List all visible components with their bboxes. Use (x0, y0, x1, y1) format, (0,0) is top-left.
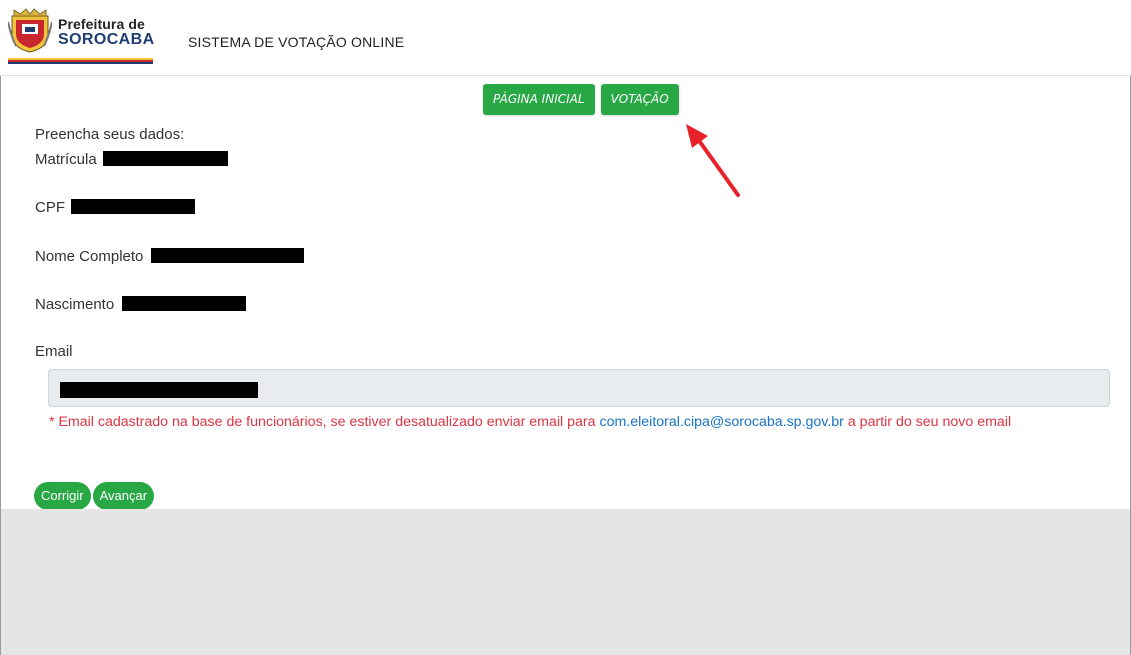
voting-button[interactable]: VOTAÇÃO (600, 84, 679, 115)
field-label-nascimento: Nascimento (35, 296, 115, 313)
correct-button[interactable]: Corrigir (34, 482, 91, 510)
red-arrow-icon (686, 124, 740, 197)
prefeitura-logo[interactable]: Prefeitura de SOROCABA (6, 4, 155, 65)
city-crest-icon (8, 8, 52, 53)
redacted-value (60, 382, 258, 398)
redacted-value (150, 248, 304, 263)
email-hint-prefix: * Email cadastrado na base de funcionári… (49, 414, 600, 430)
email-label: Email (35, 343, 73, 360)
email-hint-suffix: a partir do seu novo email (843, 414, 1012, 430)
email-hint: * Email cadastrado na base de funcionári… (49, 414, 1011, 430)
redacted-value (121, 296, 246, 311)
redacted-value (103, 151, 229, 166)
field-label-matricula: Matrícula (35, 151, 97, 168)
form-intro: Preencha seus dados: (35, 126, 185, 143)
field-cpf: CPF (35, 199, 196, 216)
top-nav: PÁGINA INICIAL VOTAÇÃO (483, 84, 679, 115)
system-title: SISTEMA DE VOTAÇÃO ONLINE (188, 34, 405, 50)
logo-text-line2: SOROCABA (58, 31, 155, 48)
field-nascimento: Nascimento (35, 296, 246, 313)
page-header: Prefeitura de SOROCABA SISTEMA DE VOTAÇÃ… (0, 0, 1131, 76)
email-hint-link[interactable]: com.eleitoral.cipa@sorocaba.sp.gov.br (599, 414, 843, 430)
footer-area (1, 509, 1130, 655)
email-input[interactable] (48, 369, 1110, 407)
next-button[interactable]: Avançar (92, 482, 155, 510)
field-label-nome: Nome Completo (35, 248, 144, 265)
redacted-value (71, 199, 196, 214)
form-actions: Corrigir Avançar (34, 482, 155, 510)
field-matricula: Matrícula (35, 151, 229, 168)
home-page-button[interactable]: PÁGINA INICIAL (483, 84, 595, 115)
logo-text-line1: Prefeitura de (58, 16, 145, 32)
logo-stripe (8, 58, 153, 65)
field-nome-completo: Nome Completo (35, 248, 304, 265)
field-label-cpf: CPF (35, 199, 65, 216)
